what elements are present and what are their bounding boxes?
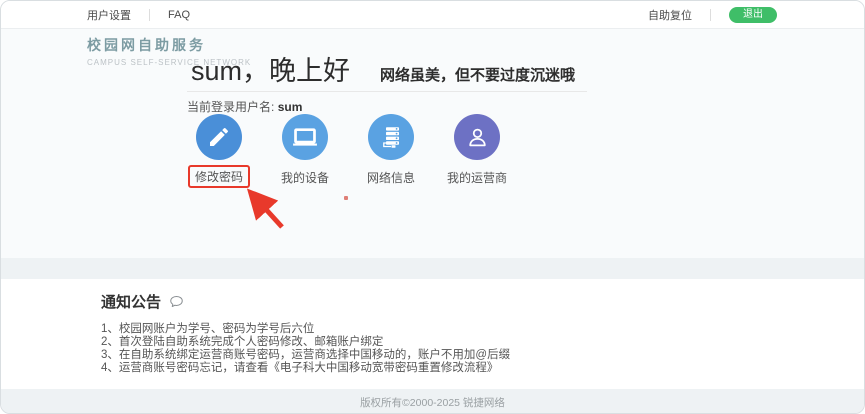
notice-item: 1、校园网账户为学号、密码为学号后六位	[101, 323, 824, 336]
notice-item: 2、首次登陆自助系统完成个人密码修改、邮箱账户绑定	[101, 336, 824, 349]
pencil-icon[interactable]	[196, 114, 242, 160]
speech-bubble-icon	[169, 294, 184, 309]
hero-section: 校园网自助服务 CAMPUS SELF-SERVICE NETWORK sum，…	[1, 29, 864, 258]
current-user-label: 当前登录用户名:	[187, 100, 274, 114]
nav-divider	[149, 9, 150, 21]
notice-title: 通知公告	[101, 291, 161, 312]
action-my-carrier-label: 我的运营商	[447, 169, 507, 186]
laptop-icon[interactable]	[282, 114, 328, 160]
notice-item: 4、运营商账号密码忘记，请查看《电子科大中国移动宽带密码重置修改流程》	[101, 362, 824, 375]
notice-list: 1、校园网账户为学号、密码为学号后六位 2、首次登陆自助系统完成个人密码修改、邮…	[101, 323, 824, 375]
nav-faq[interactable]: FAQ	[168, 9, 190, 21]
nav-divider	[710, 9, 711, 21]
app-window: 用户设置 FAQ 自助复位 退出 校园网自助服务 CAMPUS SELF-SER…	[0, 0, 865, 414]
greeting-text: sum，晚上好	[191, 49, 350, 88]
section-divider-band	[1, 258, 864, 279]
notice-item: 3、在自助系统绑定运营商账号密码，运营商选择中国移动的，账户不用加@后缀	[101, 349, 824, 362]
action-change-password[interactable]: 修改密码	[176, 114, 262, 188]
action-my-carrier[interactable]: 我的运营商	[434, 114, 520, 188]
current-user-line: 当前登录用户名: sum	[187, 91, 587, 115]
logout-button[interactable]: 退出	[729, 7, 777, 23]
copyright-text: 版权所有©2000-2025 锐捷网络	[360, 395, 505, 410]
action-my-devices[interactable]: 我的设备	[262, 114, 348, 188]
current-user-value: sum	[278, 100, 303, 114]
notice-section: 通知公告 1、校园网账户为学号、密码为学号后六位 2、首次登陆自助系统完成个人密…	[1, 279, 864, 389]
footer: 版权所有©2000-2025 锐捷网络	[1, 389, 864, 414]
top-nav-bar: 用户设置 FAQ 自助复位 退出	[1, 1, 864, 29]
action-network-info[interactable]: 网络信息	[348, 114, 434, 188]
action-my-devices-label: 我的设备	[281, 169, 329, 186]
nav-user-settings[interactable]: 用户设置	[87, 7, 131, 23]
user-icon[interactable]	[454, 114, 500, 160]
action-change-password-label: 修改密码	[188, 165, 250, 188]
greeting-row: sum，晚上好 网络虽美，但不要过度沉迷哦	[191, 49, 575, 88]
server-icon[interactable]	[368, 114, 414, 160]
action-icons-row: 修改密码 我的设备	[176, 114, 520, 188]
nav-self-reset[interactable]: 自助复位	[648, 7, 692, 23]
red-dot-artifact	[344, 196, 348, 200]
action-network-info-label: 网络信息	[367, 169, 415, 186]
motto-text: 网络虽美，但不要过度沉迷哦	[380, 64, 575, 85]
